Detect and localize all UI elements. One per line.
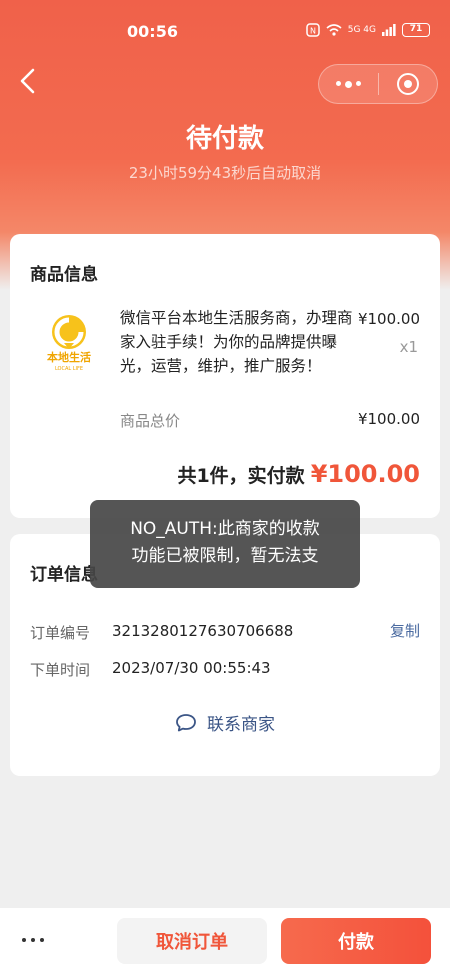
nfc-icon: N <box>305 23 320 37</box>
svg-text:LOCAL LIFE: LOCAL LIFE <box>55 366 83 372</box>
summary-label: 共1件，实付款 <box>177 465 305 487</box>
local-life-logo: 本地生活 LOCAL LIFE <box>47 315 91 372</box>
summary-amount: ¥100.00 <box>310 460 420 488</box>
target-circle-icon[interactable] <box>378 64 437 104</box>
status-icons: N 5G 4G 71 <box>305 23 430 37</box>
cancel-order-button[interactable]: 取消订单 <box>117 918 267 964</box>
contact-merchant-label: 联系商家 <box>207 715 275 735</box>
order-time-value: 2023/07/30 00:55:43 <box>112 659 271 677</box>
signal-icon <box>382 24 396 36</box>
page-title: 待付款 <box>185 124 264 154</box>
wifi-icon <box>326 24 342 36</box>
more-actions-icon[interactable] <box>22 928 52 952</box>
network-type: 5G 4G <box>347 25 376 35</box>
order-card-title: 订单信息 <box>30 565 98 585</box>
order-number-value: 3213280127630706688 <box>112 622 294 640</box>
svg-text:本地生活: 本地生活 <box>47 350 91 364</box>
toast-line-1: NO_AUTH:此商家的收款 <box>130 519 320 539</box>
copy-button[interactable]: 复制 <box>390 620 420 641</box>
product-info-card: 商品信息 本地生活 LOCAL LIFE 微信平台本地生活服务商，办理商家入驻手… <box>10 234 440 518</box>
payment-summary: 共1件，实付款 ¥100.00 <box>177 460 420 488</box>
status-bar: 00:56 N 5G 4G 71 <box>0 0 450 64</box>
svg-text:N: N <box>310 27 316 36</box>
goods-total-value: ¥100.00 <box>357 410 420 428</box>
bottom-action-bar: 取消订单 付款 <box>0 908 450 975</box>
battery-icon: 71 <box>402 23 430 37</box>
contact-merchant-button[interactable]: 联系商家 <box>10 710 440 735</box>
product-quantity: x1 <box>399 338 418 356</box>
pay-button[interactable]: 付款 <box>281 918 431 964</box>
chevron-left-icon[interactable] <box>16 66 40 96</box>
goods-total-label: 商品总价 <box>120 412 181 430</box>
chat-bubble-icon <box>176 713 196 731</box>
mini-program-capsule <box>318 64 438 104</box>
order-number-label: 订单编号 <box>30 624 91 642</box>
product-price: ¥100.00 <box>357 310 420 328</box>
product-name[interactable]: 微信平台本地生活服务商，办理商家入驻手续！为你的品牌提供曝光，运营，维护，推广服… <box>120 306 355 378</box>
more-dots-icon[interactable] <box>319 64 378 104</box>
product-card-title: 商品信息 <box>30 265 98 285</box>
toast-line-2: 功能已被限制，暂无法支 <box>131 546 319 566</box>
error-toast: NO_AUTH:此商家的收款 功能已被限制，暂无法支 <box>90 500 360 588</box>
countdown-text: 23小时59分43秒后自动取消 <box>128 164 322 182</box>
order-time-label: 下单时间 <box>30 661 91 679</box>
status-time: 00:56 <box>127 22 178 41</box>
